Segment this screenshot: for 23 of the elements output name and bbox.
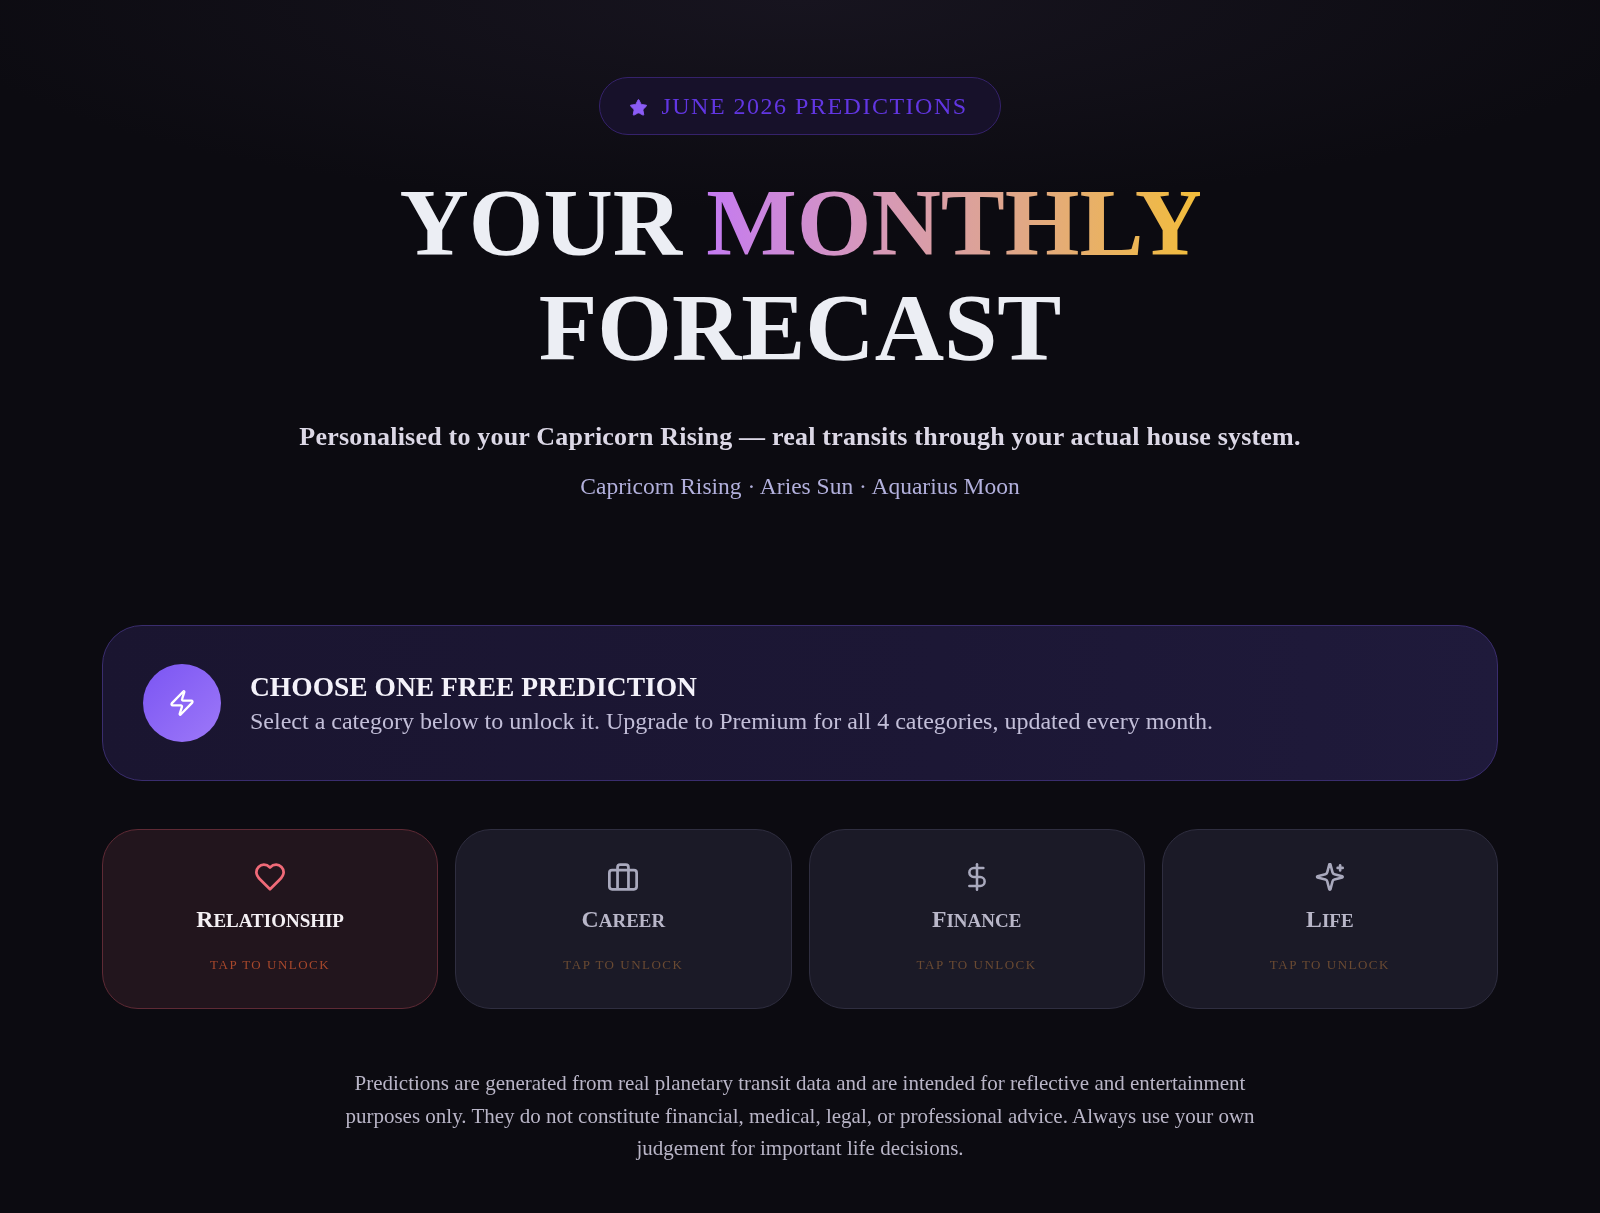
unlock-hint: TAP TO UNLOCK <box>916 956 1037 974</box>
category-card[interactable]: LIFE TAP TO UNLOCK <box>1161 829 1498 1009</box>
category-card[interactable]: RELATIONSHIP TAP TO UNLOCK <box>102 829 439 1009</box>
unlock-hint: TAP TO UNLOCK <box>563 956 684 974</box>
unlock-hint: TAP TO UNLOCK <box>1269 956 1390 974</box>
banner-heading: CHOOSE ONE FREE PREDICTION <box>250 670 698 703</box>
heart-icon <box>255 863 286 891</box>
disclaimer-text: Predictions are generated from real planetary transit data and are intended for reflective and entertainment purposes only. They do not constitute financial, medical, legal, or professional advice. Always use your own judgement for important life decisions. <box>344 1070 1256 1162</box>
category-name: RELATIONSHIP <box>196 905 344 934</box>
badge-label: JUNE 2026 PREDICTIONS <box>661 92 968 120</box>
category-card[interactable]: CAREER TAP TO UNLOCK <box>455 829 792 1009</box>
category-name: CAREER <box>581 905 666 934</box>
subtitle: Personalised to your Capricorn Rising — real transits through your actual house system. <box>299 421 1301 453</box>
unlock-hint: TAP TO UNLOCK <box>210 956 331 974</box>
category-card[interactable]: FINANCE TAP TO UNLOCK <box>808 829 1145 1009</box>
sparkles-icon <box>1314 863 1345 891</box>
page-title: YOUR MONTHLY FORECAST <box>398 170 1202 380</box>
category-name: FINANCE <box>931 905 1022 934</box>
briefcase-icon <box>608 863 639 891</box>
category-name: LIFE <box>1306 905 1354 934</box>
placements-line: Capricorn Rising · Aries Sun · Aquarius Moon <box>580 472 1020 501</box>
banner-description: Select a category below to unlock it. Upgrade to Premium for all 4 categories, updated every month. <box>250 706 1214 736</box>
star-icon <box>630 99 648 116</box>
